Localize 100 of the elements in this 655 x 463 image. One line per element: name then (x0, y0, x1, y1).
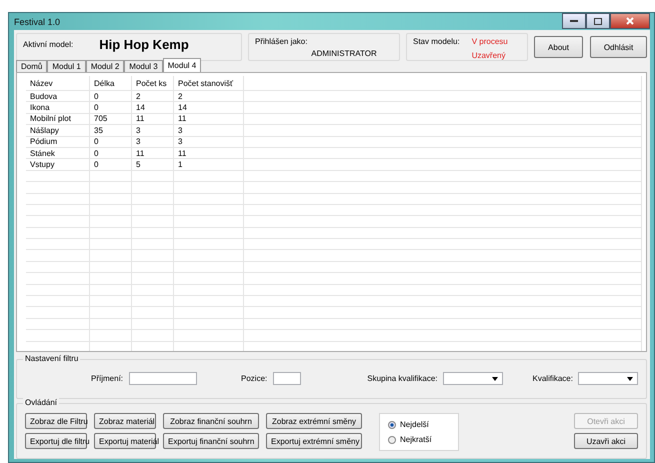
combo-box[interactable] (578, 372, 638, 385)
column-header[interactable]: Počet ks (132, 76, 174, 91)
table-cell: 0 (90, 91, 132, 102)
table-cell: Nášlapy (26, 125, 90, 137)
close-button[interactable] (610, 13, 650, 29)
tab[interactable]: Domů (16, 60, 48, 72)
empty-cell (26, 273, 90, 285)
action-button[interactable]: Zobraz finanční souhrn (163, 413, 259, 429)
empty-cell (26, 239, 90, 250)
action-button[interactable]: Zobraz materiál (94, 413, 156, 429)
text-field[interactable] (129, 372, 198, 385)
empty-cell (132, 330, 174, 342)
action-button[interactable]: Zobraz extrémní směny (266, 413, 362, 429)
about-button[interactable]: About (534, 36, 583, 58)
model-name: Hip Hop Kemp (99, 37, 189, 54)
table-cell: Stánek (26, 148, 90, 160)
empty-cell (26, 182, 90, 194)
table-cell: 3 (132, 125, 174, 137)
empty-cell (90, 273, 132, 285)
empty-cell (132, 318, 174, 330)
model-label: Aktivní model: (23, 40, 74, 51)
empty-cell (26, 228, 90, 240)
tab[interactable]: Modul 3 (124, 60, 163, 72)
text-field[interactable] (273, 372, 302, 385)
empty-cell (26, 194, 90, 205)
empty-cell (90, 296, 132, 308)
combo-box[interactable] (442, 372, 503, 385)
empty-cell (90, 216, 132, 228)
empty-cell (90, 307, 132, 319)
empty-cell (132, 296, 174, 308)
logout-button[interactable]: Odhlásit (590, 36, 647, 58)
action-button[interactable]: Exportuj extrémní směny (266, 433, 362, 449)
table-cell: Pódium (26, 136, 90, 148)
empty-cell (90, 239, 132, 250)
table-cell: 0 (90, 102, 132, 114)
action-button[interactable]: Exportuj materiál (94, 433, 156, 449)
column-header[interactable]: Délka (90, 76, 132, 91)
table-cell: 0 (90, 136, 132, 148)
table-cell: 14 (174, 102, 244, 114)
empty-cell (26, 318, 90, 330)
empty-cell (26, 307, 90, 319)
empty-cell (90, 284, 132, 296)
empty-cell (174, 307, 244, 319)
action-button[interactable]: Exportuj finanční souhrn (163, 433, 259, 449)
empty-cell (90, 204, 132, 216)
tab[interactable]: Modul 1 (47, 60, 86, 72)
empty-cell (174, 330, 244, 342)
empty-cell (90, 330, 132, 342)
close-icon (626, 17, 634, 25)
empty-cell (90, 318, 132, 330)
table-cell: 2 (174, 91, 244, 102)
action-button[interactable]: Zobraz dle Filtru (25, 413, 87, 429)
empty-cell (26, 262, 90, 274)
radio-option[interactable]: Nejkratší (388, 435, 458, 444)
radio-option[interactable]: Nejdelší (388, 420, 458, 429)
table-cell: 705 (90, 114, 132, 126)
empty-cell (174, 284, 244, 296)
table-cell: 1 (174, 159, 244, 171)
table-cell: 3 (174, 125, 244, 137)
column-header[interactable]: Název (26, 76, 90, 91)
empty-cell (132, 239, 174, 250)
empty-cell (26, 330, 90, 342)
table-cell: Mobilní plot (26, 114, 90, 126)
tab[interactable]: Modul 4 (162, 58, 202, 72)
empty-cell (90, 182, 132, 194)
status-value: V procesu (472, 37, 508, 46)
tab[interactable]: Modul 2 (86, 60, 124, 72)
table-cell: 0 (90, 148, 132, 160)
table-cell: Budova (26, 91, 90, 102)
group-title: Nastavení filtru (23, 354, 80, 363)
status-value: Uzavřený (472, 51, 506, 60)
table-cell: 11 (132, 148, 174, 160)
empty-cell (132, 204, 174, 216)
empty-cell (174, 228, 244, 240)
empty-cell (174, 216, 244, 228)
empty-cell (174, 262, 244, 274)
empty-cell (132, 228, 174, 240)
empty-cell (174, 194, 244, 205)
maximize-button[interactable] (586, 13, 610, 29)
table-cell: Ikona (26, 102, 90, 114)
empty-cell (174, 204, 244, 216)
dropdown-arrow-icon (626, 376, 633, 380)
action-button[interactable]: Uzavři akci (574, 433, 638, 449)
table-cell: 3 (174, 136, 244, 148)
empty-cell (132, 170, 174, 182)
empty-cell (26, 284, 90, 296)
minimize-button[interactable] (562, 13, 586, 29)
table-cell: Vstupy (26, 159, 90, 171)
field-label: Příjmení: (91, 374, 124, 383)
empty-cell (90, 170, 132, 182)
table-cell: 2 (132, 91, 174, 102)
empty-cell (26, 170, 90, 182)
action-button[interactable]: Exportuj dle filtru (25, 433, 87, 449)
field-label: Kvalifikace: (532, 374, 573, 383)
column-header[interactable]: Počet stanovišť (174, 76, 244, 91)
empty-cell (174, 296, 244, 308)
empty-cell (174, 318, 244, 330)
empty-cell (90, 228, 132, 240)
field-label: Pozice: (241, 374, 268, 383)
table-cell: 35 (90, 125, 132, 137)
